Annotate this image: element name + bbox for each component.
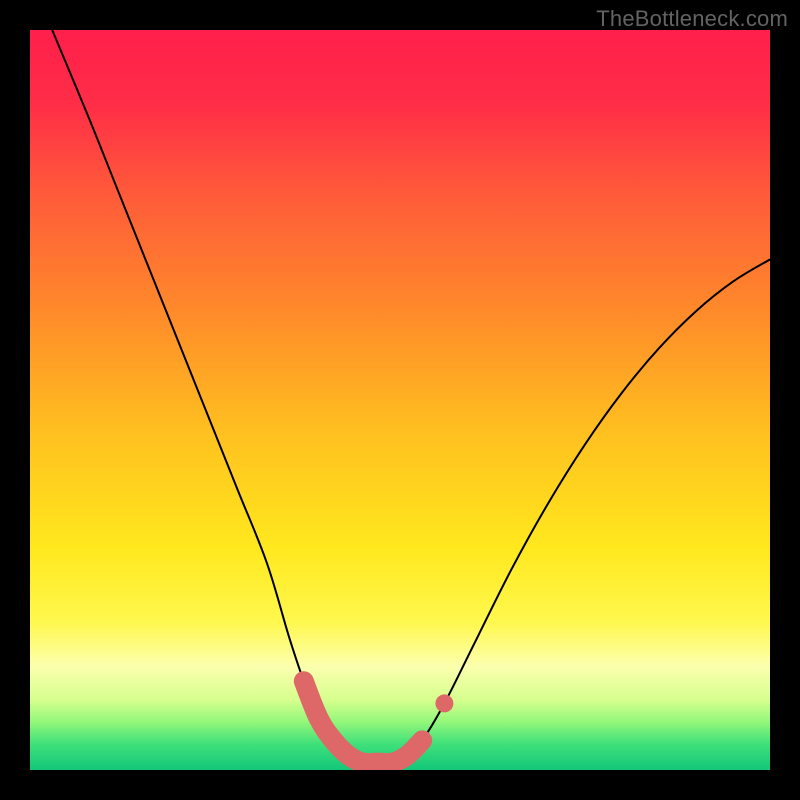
plot-area	[30, 30, 770, 770]
attribution-text: TheBottleneck.com	[596, 6, 788, 32]
chart-frame: TheBottleneck.com	[0, 0, 800, 800]
chart-background	[30, 30, 770, 770]
highlight-marker	[435, 694, 453, 712]
chart-svg	[30, 30, 770, 770]
